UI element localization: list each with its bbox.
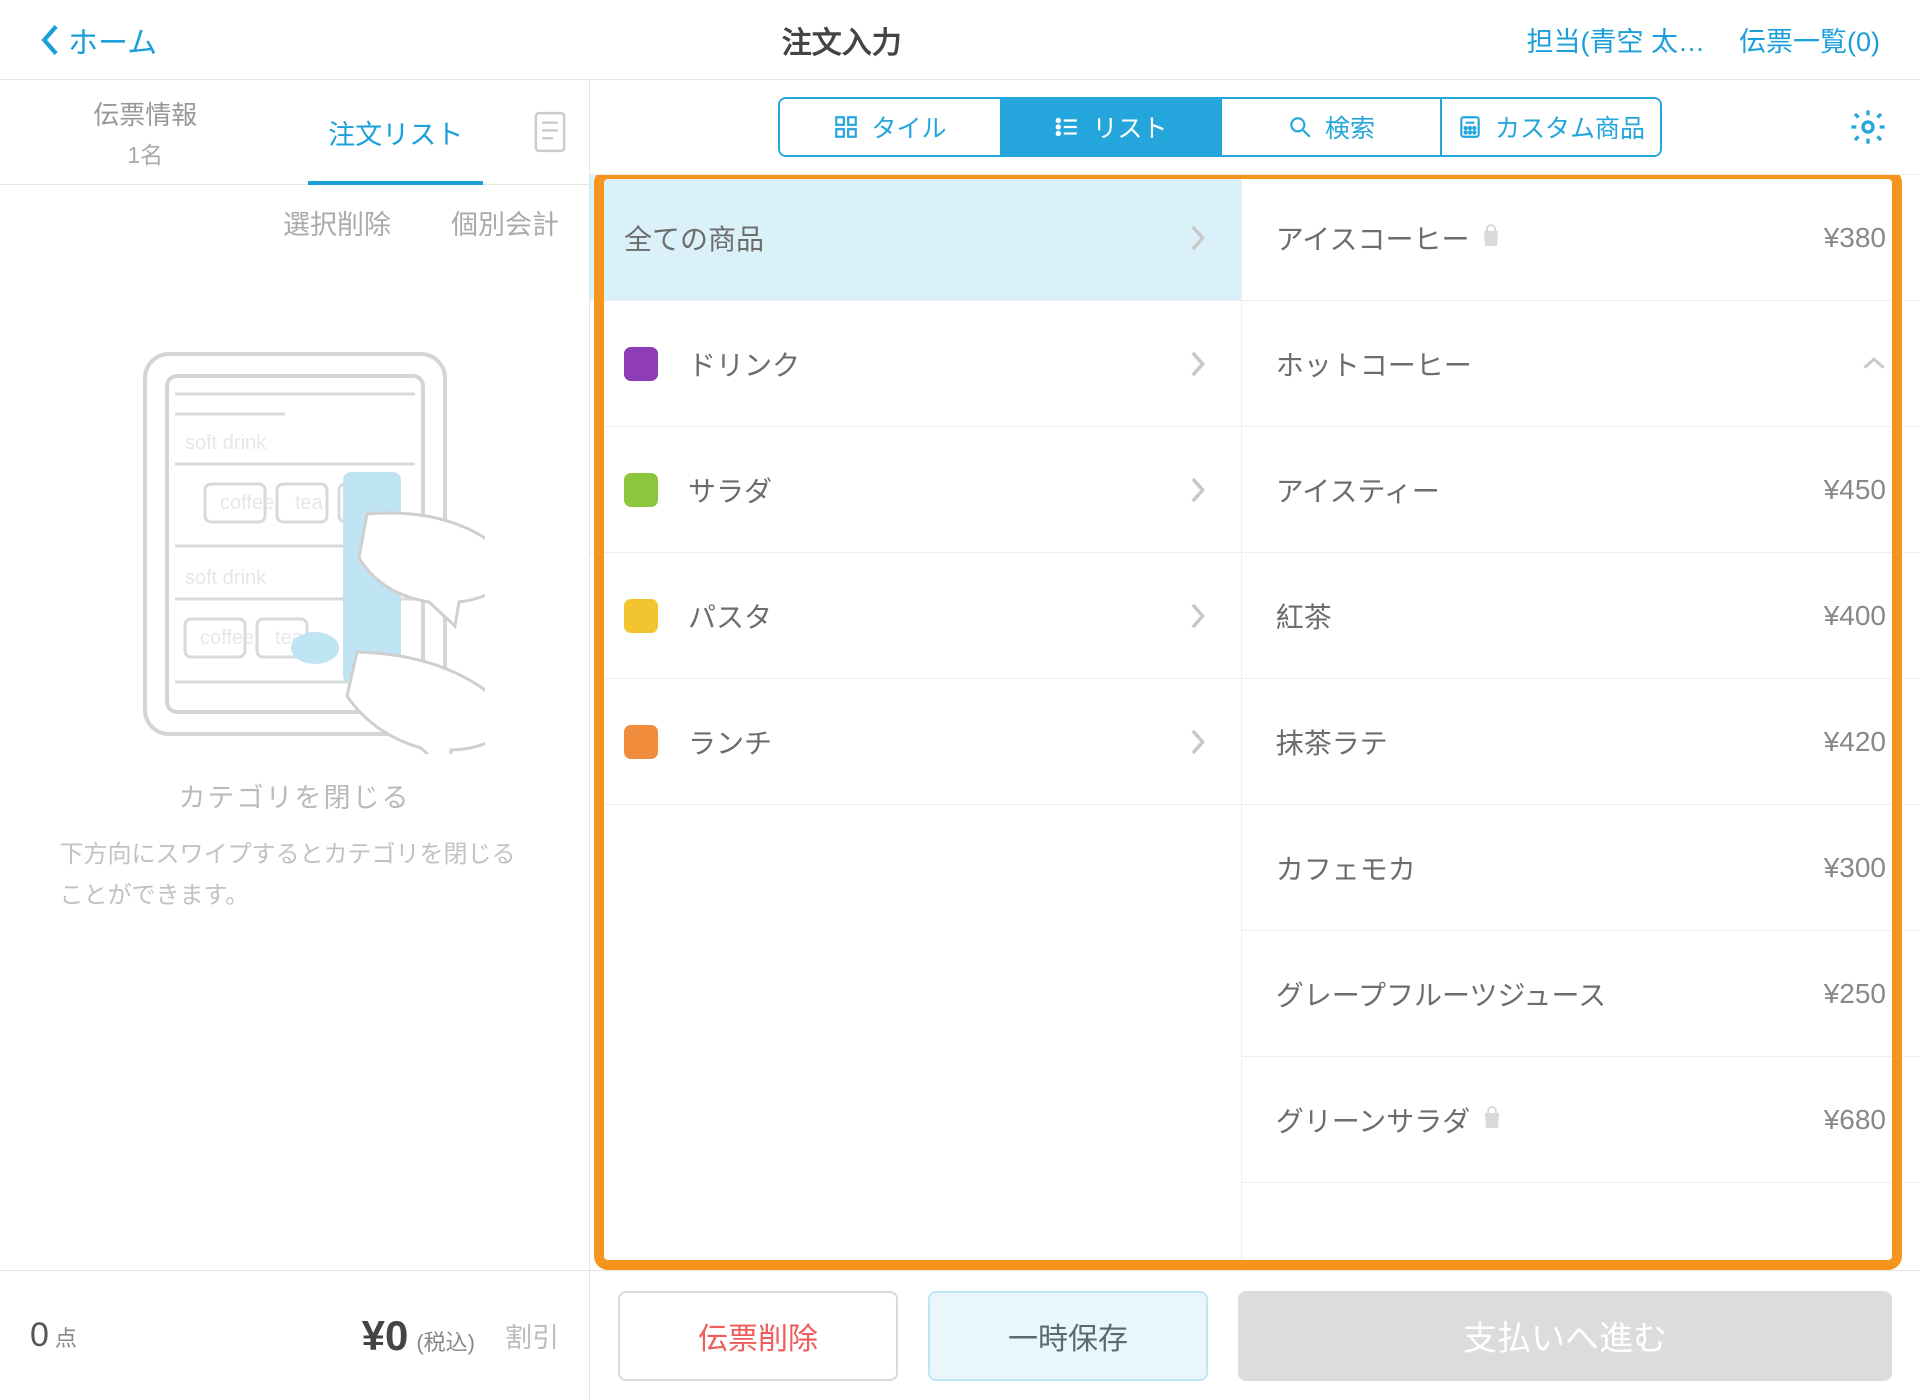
- product-name: グリーンサラダ: [1276, 1100, 1824, 1140]
- category-swatch: [624, 347, 658, 381]
- chevron-right-icon: [1187, 476, 1207, 504]
- svg-text:tea: tea: [295, 492, 324, 514]
- chevron-right-icon: [1187, 728, 1207, 756]
- seg-tile[interactable]: タイル: [780, 99, 1000, 155]
- view-mode-segments: タイル リスト 検索 カスタム商品: [778, 97, 1662, 157]
- product-name: カフェモカ: [1276, 848, 1824, 888]
- product-row[interactable]: グリーンサラダ¥680: [1242, 1057, 1920, 1183]
- product-list: アイスコーヒー¥380ホットコーヒーアイスティー¥450紅茶¥400抹茶ラテ¥4…: [1242, 175, 1920, 1270]
- category-label: ランチ: [688, 722, 1187, 762]
- category-label: 全ての商品: [624, 218, 1187, 258]
- product-name: グレープフルーツジュース: [1276, 974, 1824, 1014]
- chevron-right-icon: [1187, 350, 1207, 378]
- category-row[interactable]: サラダ: [590, 427, 1241, 553]
- seg-custom[interactable]: カスタム商品: [1440, 99, 1660, 155]
- product-row[interactable]: ホットコーヒー: [1242, 301, 1920, 427]
- product-row[interactable]: カフェモカ¥300: [1242, 805, 1920, 931]
- category-swatch: [624, 599, 658, 633]
- back-home-button[interactable]: ホーム: [40, 18, 157, 62]
- tab-slip-sub: 1名: [20, 136, 271, 170]
- staff-label[interactable]: 担当(青空 太…: [1527, 20, 1706, 59]
- product-row[interactable]: グレープフルーツジュース¥250: [1242, 931, 1920, 1057]
- product-price: ¥300: [1824, 852, 1886, 884]
- product-price: ¥450: [1824, 474, 1886, 506]
- tutorial-illustration: soft drink soft drink coffee tea coffee …: [105, 334, 485, 754]
- order-total: ¥0(税込): [107, 1312, 475, 1360]
- list-icon: [1054, 114, 1080, 140]
- tab-slip-label: 伝票情報: [20, 95, 271, 132]
- search-icon: [1287, 114, 1313, 140]
- tab-order-list[interactable]: 注文リスト: [271, 107, 522, 158]
- product-name: アイスコーヒー: [1276, 218, 1824, 258]
- product-price: ¥400: [1824, 600, 1886, 632]
- chevron-right-icon: [1187, 224, 1207, 252]
- category-label: サラダ: [688, 470, 1187, 510]
- discount-button[interactable]: 割引: [505, 1316, 559, 1355]
- category-row[interactable]: パスタ: [590, 553, 1241, 679]
- product-name: ホットコーヒー: [1276, 344, 1862, 384]
- tab-order-label: 注文リスト: [271, 113, 522, 152]
- delete-slip-button[interactable]: 伝票削除: [618, 1291, 898, 1381]
- chevron-up-icon: [1862, 352, 1886, 376]
- back-home-label: ホーム: [68, 18, 157, 62]
- svg-text:soft drink: soft drink: [185, 567, 267, 589]
- action-delete-selected[interactable]: 選択削除: [283, 203, 391, 242]
- gear-icon[interactable]: [1848, 107, 1888, 147]
- empty-state-desc: 下方向にスワイプするとカテゴリを閉じることができます。: [60, 835, 530, 917]
- product-name: 紅茶: [1276, 596, 1824, 636]
- category-label: ドリンク: [688, 344, 1187, 384]
- category-row[interactable]: ドリンク: [590, 301, 1241, 427]
- product-price: ¥250: [1824, 978, 1886, 1010]
- chevron-right-icon: [1187, 602, 1207, 630]
- product-row[interactable]: アイスティー¥450: [1242, 427, 1920, 553]
- category-list: 全ての商品ドリンクサラダパスタランチ: [590, 175, 1242, 1270]
- category-swatch: [624, 725, 658, 759]
- product-price: ¥420: [1824, 726, 1886, 758]
- product-price: ¥680: [1824, 1104, 1886, 1136]
- proceed-payment-button[interactable]: 支払いへ進む: [1238, 1291, 1892, 1381]
- takeout-bag-icon: [1479, 223, 1503, 249]
- product-name: 抹茶ラテ: [1276, 722, 1824, 762]
- product-row[interactable]: 抹茶ラテ¥420: [1242, 679, 1920, 805]
- svg-text:soft drink: soft drink: [185, 432, 267, 454]
- category-row[interactable]: ランチ: [590, 679, 1241, 805]
- category-row[interactable]: 全ての商品: [590, 175, 1241, 301]
- empty-state-title: カテゴリを閉じる: [179, 776, 411, 815]
- order-count: 0点: [30, 1316, 77, 1355]
- save-temp-button[interactable]: 一時保存: [928, 1291, 1208, 1381]
- slip-list-label[interactable]: 伝票一覧(0): [1739, 20, 1880, 59]
- product-row[interactable]: 紅茶¥400: [1242, 553, 1920, 679]
- product-price: ¥380: [1824, 222, 1886, 254]
- seg-search[interactable]: 検索: [1220, 99, 1440, 155]
- grid-icon: [833, 114, 859, 140]
- calculator-icon: [1457, 114, 1483, 140]
- chevron-left-icon: [40, 23, 62, 57]
- product-row[interactable]: アイスコーヒー¥380: [1242, 175, 1920, 301]
- seg-list[interactable]: リスト: [1000, 99, 1220, 155]
- category-swatch: [624, 473, 658, 507]
- takeout-bag-icon: [1480, 1105, 1504, 1131]
- category-label: パスタ: [688, 596, 1187, 636]
- page-title: 注文入力: [157, 18, 1526, 62]
- receipt-icon[interactable]: [531, 110, 569, 154]
- product-name: アイスティー: [1276, 470, 1824, 510]
- tab-slip-info[interactable]: 伝票情報 1名: [20, 89, 271, 176]
- action-split-bill[interactable]: 個別会計: [451, 203, 559, 242]
